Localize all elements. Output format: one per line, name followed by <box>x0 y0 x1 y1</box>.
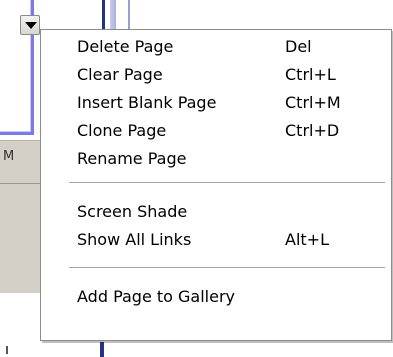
menu-item-label: Screen Shade <box>77 202 188 221</box>
menu-item-label: Insert Blank Page <box>77 93 217 112</box>
menu-item-rename-page[interactable]: Rename Page <box>41 145 391 173</box>
menu-item-clear-page[interactable]: Clear Page Ctrl+L <box>41 61 391 89</box>
menu-item-add-page-to-gallery[interactable]: Add Page to Gallery <box>41 283 391 311</box>
menu-item-label: Clear Page <box>77 65 163 84</box>
page-menu-dropdown-button[interactable] <box>20 15 40 35</box>
bottom-strip <box>0 342 393 357</box>
menu-item-shortcut: Ctrl+M <box>285 93 341 112</box>
strip-divider <box>0 183 40 184</box>
strip-partial-text: M <box>3 149 15 164</box>
menu-item-label: Clone Page <box>77 121 167 140</box>
menu-item-shortcut: Ctrl+D <box>285 121 340 140</box>
menu-item-insert-blank-page[interactable]: Insert Blank Page Ctrl+M <box>41 89 391 117</box>
menu-item-shortcut: Alt+L <box>285 230 329 249</box>
menu-item-label: Show All Links <box>77 230 192 249</box>
menu-item-shortcut: Del <box>285 37 312 56</box>
menu-item-label: Add Page to Gallery <box>77 287 236 306</box>
menu-separator <box>69 182 385 184</box>
menu-item-label: Rename Page <box>77 149 187 168</box>
chevron-down-icon <box>25 22 37 29</box>
page-list-strip: M <box>0 140 40 293</box>
menu-item-delete-page[interactable]: Delete Page Del <box>41 33 391 61</box>
menu-item-screen-shade[interactable]: Screen Shade <box>41 198 391 226</box>
tick-mark <box>6 346 8 354</box>
page-context-menu: Delete Page Del Clear Page Ctrl+L Insert… <box>40 29 392 341</box>
menu-item-label: Delete Page <box>77 37 174 56</box>
splitter-bar-bottom <box>100 342 104 357</box>
menu-item-show-all-links[interactable]: Show All Links Alt+L <box>41 226 391 254</box>
menu-item-clone-page[interactable]: Clone Page Ctrl+D <box>41 117 391 145</box>
menu-separator <box>69 267 385 269</box>
menu-item-shortcut: Ctrl+L <box>285 65 336 84</box>
